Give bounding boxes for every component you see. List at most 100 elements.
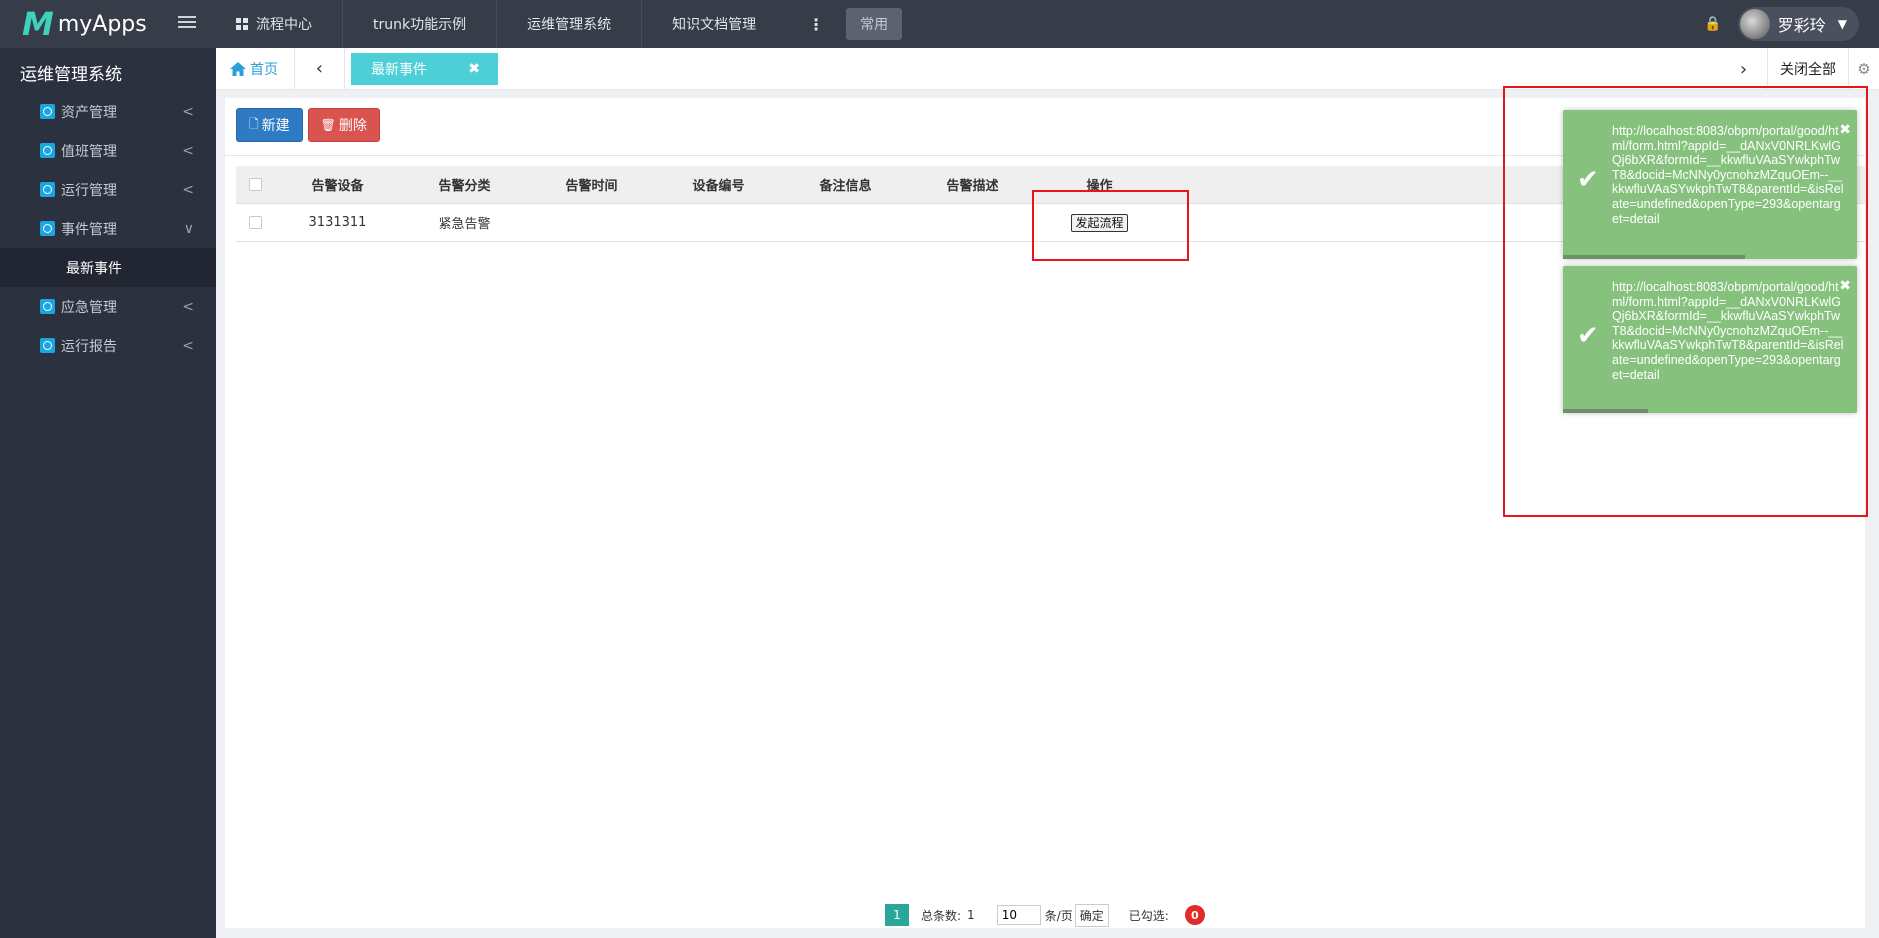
home-icon <box>230 61 246 76</box>
tab-scroll-left-icon[interactable]: ‹ <box>295 47 345 90</box>
check-icon: ✔ <box>1577 321 1599 351</box>
new-button[interactable]: 🗋 新建 <box>236 108 303 142</box>
tab-scroll-right-icon[interactable]: › <box>1720 48 1768 90</box>
user-menu[interactable]: 罗彩玲 ▼ <box>1737 7 1859 41</box>
topnav-label: 运维管理系统 <box>527 17 612 33</box>
cell-device: 3131311 <box>308 215 367 230</box>
module-icon <box>40 221 55 236</box>
selected-count-badge: 0 <box>1184 905 1205 925</box>
toast-notification: ✔ http://localhost:8083/obpm/portal/good… <box>1563 266 1857 413</box>
sidebar-item-label: 值班管理 <box>61 143 117 160</box>
chevron-left-icon: < <box>182 299 194 315</box>
sidebar-item-events[interactable]: 事件管理 ∨ <box>0 209 216 248</box>
gear-icon[interactable]: ⚙ <box>1849 60 1879 78</box>
tabs-right: › 关闭全部 ⚙ <box>1720 48 1879 90</box>
toast-progress-bar <box>1563 409 1649 413</box>
common-button[interactable]: 常用 <box>846 8 903 40</box>
page-size-input[interactable] <box>996 905 1041 925</box>
column-header: 备注信息 <box>819 179 872 194</box>
tabs-bar: 首页 ‹ 最新事件 ✖ › 关闭全部 ⚙ <box>216 47 1879 90</box>
new-label: 新建 <box>261 118 290 134</box>
sidebar-item-emergency[interactable]: 应急管理 < <box>0 287 216 326</box>
topnav-label: 知识文档管理 <box>672 17 757 33</box>
sidebar: 运维管理系统 资产管理 < 值班管理 < 运行管理 < 事件管理 ∨ 最新事件 … <box>0 48 216 938</box>
topnav-item-ops[interactable]: 运维管理系统 <box>497 0 643 48</box>
logo-mark: M <box>22 5 54 43</box>
select-all-cell <box>236 178 274 191</box>
delete-button[interactable]: 🗑 删除 <box>307 108 380 142</box>
chevron-left-icon: < <box>182 338 194 354</box>
column-header: 告警设备 <box>311 179 364 194</box>
close-icon[interactable]: ✖ <box>468 61 480 77</box>
tab-home[interactable]: 首页 <box>216 47 295 90</box>
toast-notification: ✔ http://localhost:8083/obpm/portal/good… <box>1563 110 1857 259</box>
cell-category: 紧急告警 <box>438 217 491 232</box>
per-page-label: 条/页 <box>1044 908 1073 923</box>
trash-icon: 🗑 <box>320 118 336 132</box>
toast-message: http://localhost:8083/obpm/portal/good/h… <box>1612 124 1844 226</box>
row-select-cell <box>236 216 274 229</box>
sidebar-item-reports[interactable]: 运行报告 < <box>0 326 216 365</box>
module-icon <box>40 182 55 197</box>
sidebar-subitem-latest-events[interactable]: 最新事件 <box>0 248 216 287</box>
close-icon[interactable]: ✖ <box>1839 278 1851 294</box>
delete-label: 删除 <box>338 118 367 134</box>
sidebar-item-label: 资产管理 <box>61 104 117 121</box>
topnav-item-trunk[interactable]: trunk功能示例 <box>343 0 498 48</box>
grid-icon <box>236 18 248 30</box>
column-header: 告警时间 <box>565 179 618 194</box>
pagination: 1 总条数: 1 条/页 确定 已勾选: 0 <box>885 903 1205 927</box>
sidebar-item-label: 事件管理 <box>61 221 117 238</box>
topnav-label: trunk功能示例 <box>373 17 467 33</box>
chevron-down-icon: ∨ <box>183 221 194 237</box>
chevron-down-icon: ▼ <box>1837 17 1847 31</box>
top-right: 🔒 罗彩玲 ▼ <box>1704 0 1859 48</box>
module-icon <box>40 143 55 158</box>
column-header: 设备编号 <box>692 179 745 194</box>
chevron-left-icon: < <box>182 143 194 159</box>
total-count: 1 <box>967 908 975 922</box>
chevron-left-icon: < <box>182 104 194 120</box>
topnav-label: 流程中心 <box>256 17 312 33</box>
sidebar-item-operations[interactable]: 运行管理 < <box>0 170 216 209</box>
tab-latest-events[interactable]: 最新事件 ✖ <box>351 52 498 85</box>
file-icon: 🗋 <box>249 116 259 131</box>
avatar <box>1739 9 1770 39</box>
sidebar-item-duty[interactable]: 值班管理 < <box>0 131 216 170</box>
column-header: 告警描述 <box>946 179 999 194</box>
module-icon <box>40 104 55 119</box>
close-all-button[interactable]: 关闭全部 <box>1768 48 1849 90</box>
sidebar-item-assets[interactable]: 资产管理 < <box>0 92 216 131</box>
sidebar-title: 运维管理系统 <box>20 65 122 85</box>
more-vertical-icon[interactable]: ⋮ <box>786 15 846 34</box>
logo-text: myApps <box>57 11 147 37</box>
module-icon <box>40 299 55 314</box>
sidebar-item-label: 应急管理 <box>61 299 117 316</box>
topnav-item-knowledge[interactable]: 知识文档管理 <box>642 0 786 48</box>
select-all-checkbox[interactable] <box>248 178 262 191</box>
user-name: 罗彩玲 <box>1777 16 1826 35</box>
chevron-left-icon: < <box>182 182 194 198</box>
page-number-button[interactable]: 1 <box>885 904 909 926</box>
row-checkbox[interactable] <box>248 216 262 229</box>
toast-message: http://localhost:8083/obpm/portal/good/h… <box>1612 280 1844 382</box>
sidebar-item-label: 运行管理 <box>61 182 117 199</box>
highlight-box-action <box>1032 190 1189 261</box>
close-icon[interactable]: ✖ <box>1839 122 1851 138</box>
selected-label: 已勾选: <box>1128 908 1169 923</box>
lock-icon[interactable]: 🔒 <box>1704 16 1721 32</box>
app-logo[interactable]: M myApps <box>0 0 216 48</box>
topnav-item-process-center[interactable]: 流程中心 <box>216 0 343 48</box>
menu-toggle-icon[interactable] <box>178 16 196 30</box>
toast-progress-bar <box>1563 255 1746 259</box>
column-header: 告警分类 <box>438 179 491 194</box>
confirm-button[interactable]: 确定 <box>1074 903 1109 927</box>
tab-label: 最新事件 <box>371 61 427 78</box>
total-label: 总条数: <box>921 908 962 923</box>
top-bar: M myApps 流程中心 trunk功能示例 运维管理系统 知识文档管理 ⋮ … <box>0 0 1879 48</box>
tab-home-label: 首页 <box>250 61 278 78</box>
top-nav: 流程中心 trunk功能示例 运维管理系统 知识文档管理 ⋮ 常用 <box>216 0 903 48</box>
module-icon <box>40 338 55 353</box>
sidebar-item-label: 运行报告 <box>61 338 117 355</box>
check-icon: ✔ <box>1577 165 1599 195</box>
